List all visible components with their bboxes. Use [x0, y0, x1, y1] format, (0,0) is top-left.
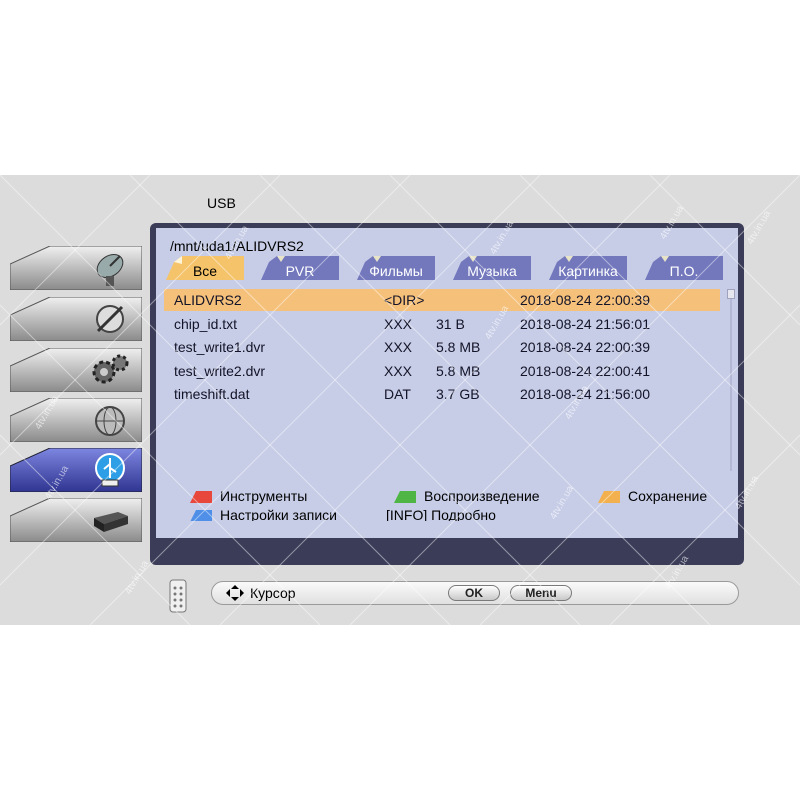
menu-button[interactable]: Menu — [510, 585, 572, 601]
file-name: timeshift.dat — [174, 386, 250, 402]
legend-blue-label: Настройки записи — [220, 507, 337, 521]
file-date: 2018-08-24 22:00:41 — [520, 363, 650, 379]
screen: USB /mnt/uda1/ALIDVRS2 Все PVR Фильмы Му… — [0, 175, 800, 625]
tab-movies[interactable]: Фильмы — [357, 256, 435, 280]
blue-key-icon — [190, 510, 212, 521]
menu-item-usb[interactable] — [10, 448, 142, 492]
file-row[interactable]: chip_id.txt XXX 31 B 2018-08-24 21:56:01 — [164, 313, 720, 335]
menu-item-satellite[interactable] — [10, 246, 142, 290]
file-type: DAT — [384, 386, 411, 402]
file-name: test_write2.dvr — [174, 363, 266, 379]
usb-icon — [95, 453, 125, 487]
help-bar: Курсор OK Menu — [211, 581, 739, 605]
tab-label: Все — [192, 263, 218, 279]
cursor-label: Курсор — [250, 585, 296, 601]
file-row[interactable]: test_write1.dvr XXX 5.8 MB 2018-08-24 22… — [164, 336, 720, 358]
file-row[interactable]: test_write2.dvr XXX 5.8 MB 2018-08-24 22… — [164, 360, 720, 382]
legend-yellow-key: Сохранение — [598, 488, 707, 504]
gears-icon — [92, 354, 129, 384]
ok-button[interactable]: OK — [448, 585, 500, 601]
tab-software[interactable]: П.О. — [645, 256, 723, 280]
current-path: /mnt/uda1/ALIDVRS2 — [170, 238, 304, 254]
file-size: 5.8 MB — [436, 339, 481, 355]
scroll-thumb[interactable] — [727, 289, 735, 299]
tab-label: П.О. — [669, 263, 699, 279]
menu-item-tools[interactable] — [10, 297, 142, 341]
legend-info-label: [INFO] Подробно — [386, 507, 496, 521]
file-size: 31 B — [436, 316, 465, 332]
file-date: 2018-08-24 22:00:39 — [520, 292, 650, 308]
green-key-icon — [394, 491, 416, 504]
menu-item-network[interactable] — [10, 398, 142, 442]
legend-red-key: Инструменты — [190, 488, 307, 504]
file-size: 3.7 GB — [436, 386, 480, 402]
file-date: 2018-08-24 22:00:39 — [520, 339, 650, 355]
file-row[interactable]: timeshift.dat DAT 3.7 GB 2018-08-24 21:5… — [164, 383, 720, 405]
tab-music[interactable]: Музыка — [453, 256, 531, 280]
file-row[interactable]: ALIDVRS2 <DIR> 2018-08-24 22:00:39 — [164, 289, 720, 311]
legend-green-label: Воспроизведение — [424, 488, 540, 504]
menu-item-settings[interactable] — [10, 348, 142, 392]
file-browser-panel: /mnt/uda1/ALIDVRS2 Все PVR Фильмы Музыка — [150, 223, 744, 565]
cursor-arrows-icon — [226, 585, 244, 601]
file-name: ALIDVRS2 — [174, 292, 242, 308]
file-name: test_write1.dvr — [174, 339, 266, 355]
file-date: 2018-08-24 21:56:01 — [520, 316, 650, 332]
tab-label: Картинка — [558, 263, 618, 279]
tab-label: Музыка — [467, 263, 517, 279]
remote-control-icon — [169, 579, 187, 613]
tools-icon — [96, 305, 124, 333]
file-type: XXX — [384, 339, 413, 355]
file-browser-content: /mnt/uda1/ALIDVRS2 Все PVR Фильмы Музыка — [156, 228, 738, 538]
satellite-icon — [96, 254, 124, 286]
yellow-key-icon — [598, 491, 620, 504]
legend-blue-key: Настройки записи — [190, 507, 337, 521]
file-type: <DIR> — [384, 292, 425, 308]
tab-all[interactable]: Все — [166, 256, 244, 280]
red-key-icon — [190, 491, 212, 504]
legend-yellow-label: Сохранение — [628, 488, 708, 504]
legend-green-key: Воспроизведение — [394, 488, 540, 504]
file-size: 5.8 MB — [436, 363, 481, 379]
tab-pvr[interactable]: PVR — [261, 256, 339, 280]
file-list-scrollbar[interactable] — [726, 289, 736, 471]
menu-item-system[interactable] — [10, 498, 142, 542]
file-type: XXX — [384, 316, 413, 332]
receiver-icon — [94, 512, 128, 532]
tab-pictures[interactable]: Картинка — [549, 256, 627, 280]
tab-label: PVR — [285, 263, 315, 279]
tab-label: Фильмы — [369, 263, 423, 279]
scroll-track[interactable] — [730, 299, 732, 471]
legend-red-label: Инструменты — [220, 488, 308, 504]
file-type: XXX — [384, 363, 413, 379]
file-date: 2018-08-24 21:56:00 — [520, 386, 650, 402]
screen-title: USB — [207, 195, 236, 211]
category-tabs: Все PVR Фильмы Музыка Картинка П.О. — [166, 256, 736, 280]
globe-icon — [95, 406, 125, 436]
file-name: chip_id.txt — [174, 316, 238, 332]
legend-info: [INFO] Подробно — [386, 507, 496, 521]
